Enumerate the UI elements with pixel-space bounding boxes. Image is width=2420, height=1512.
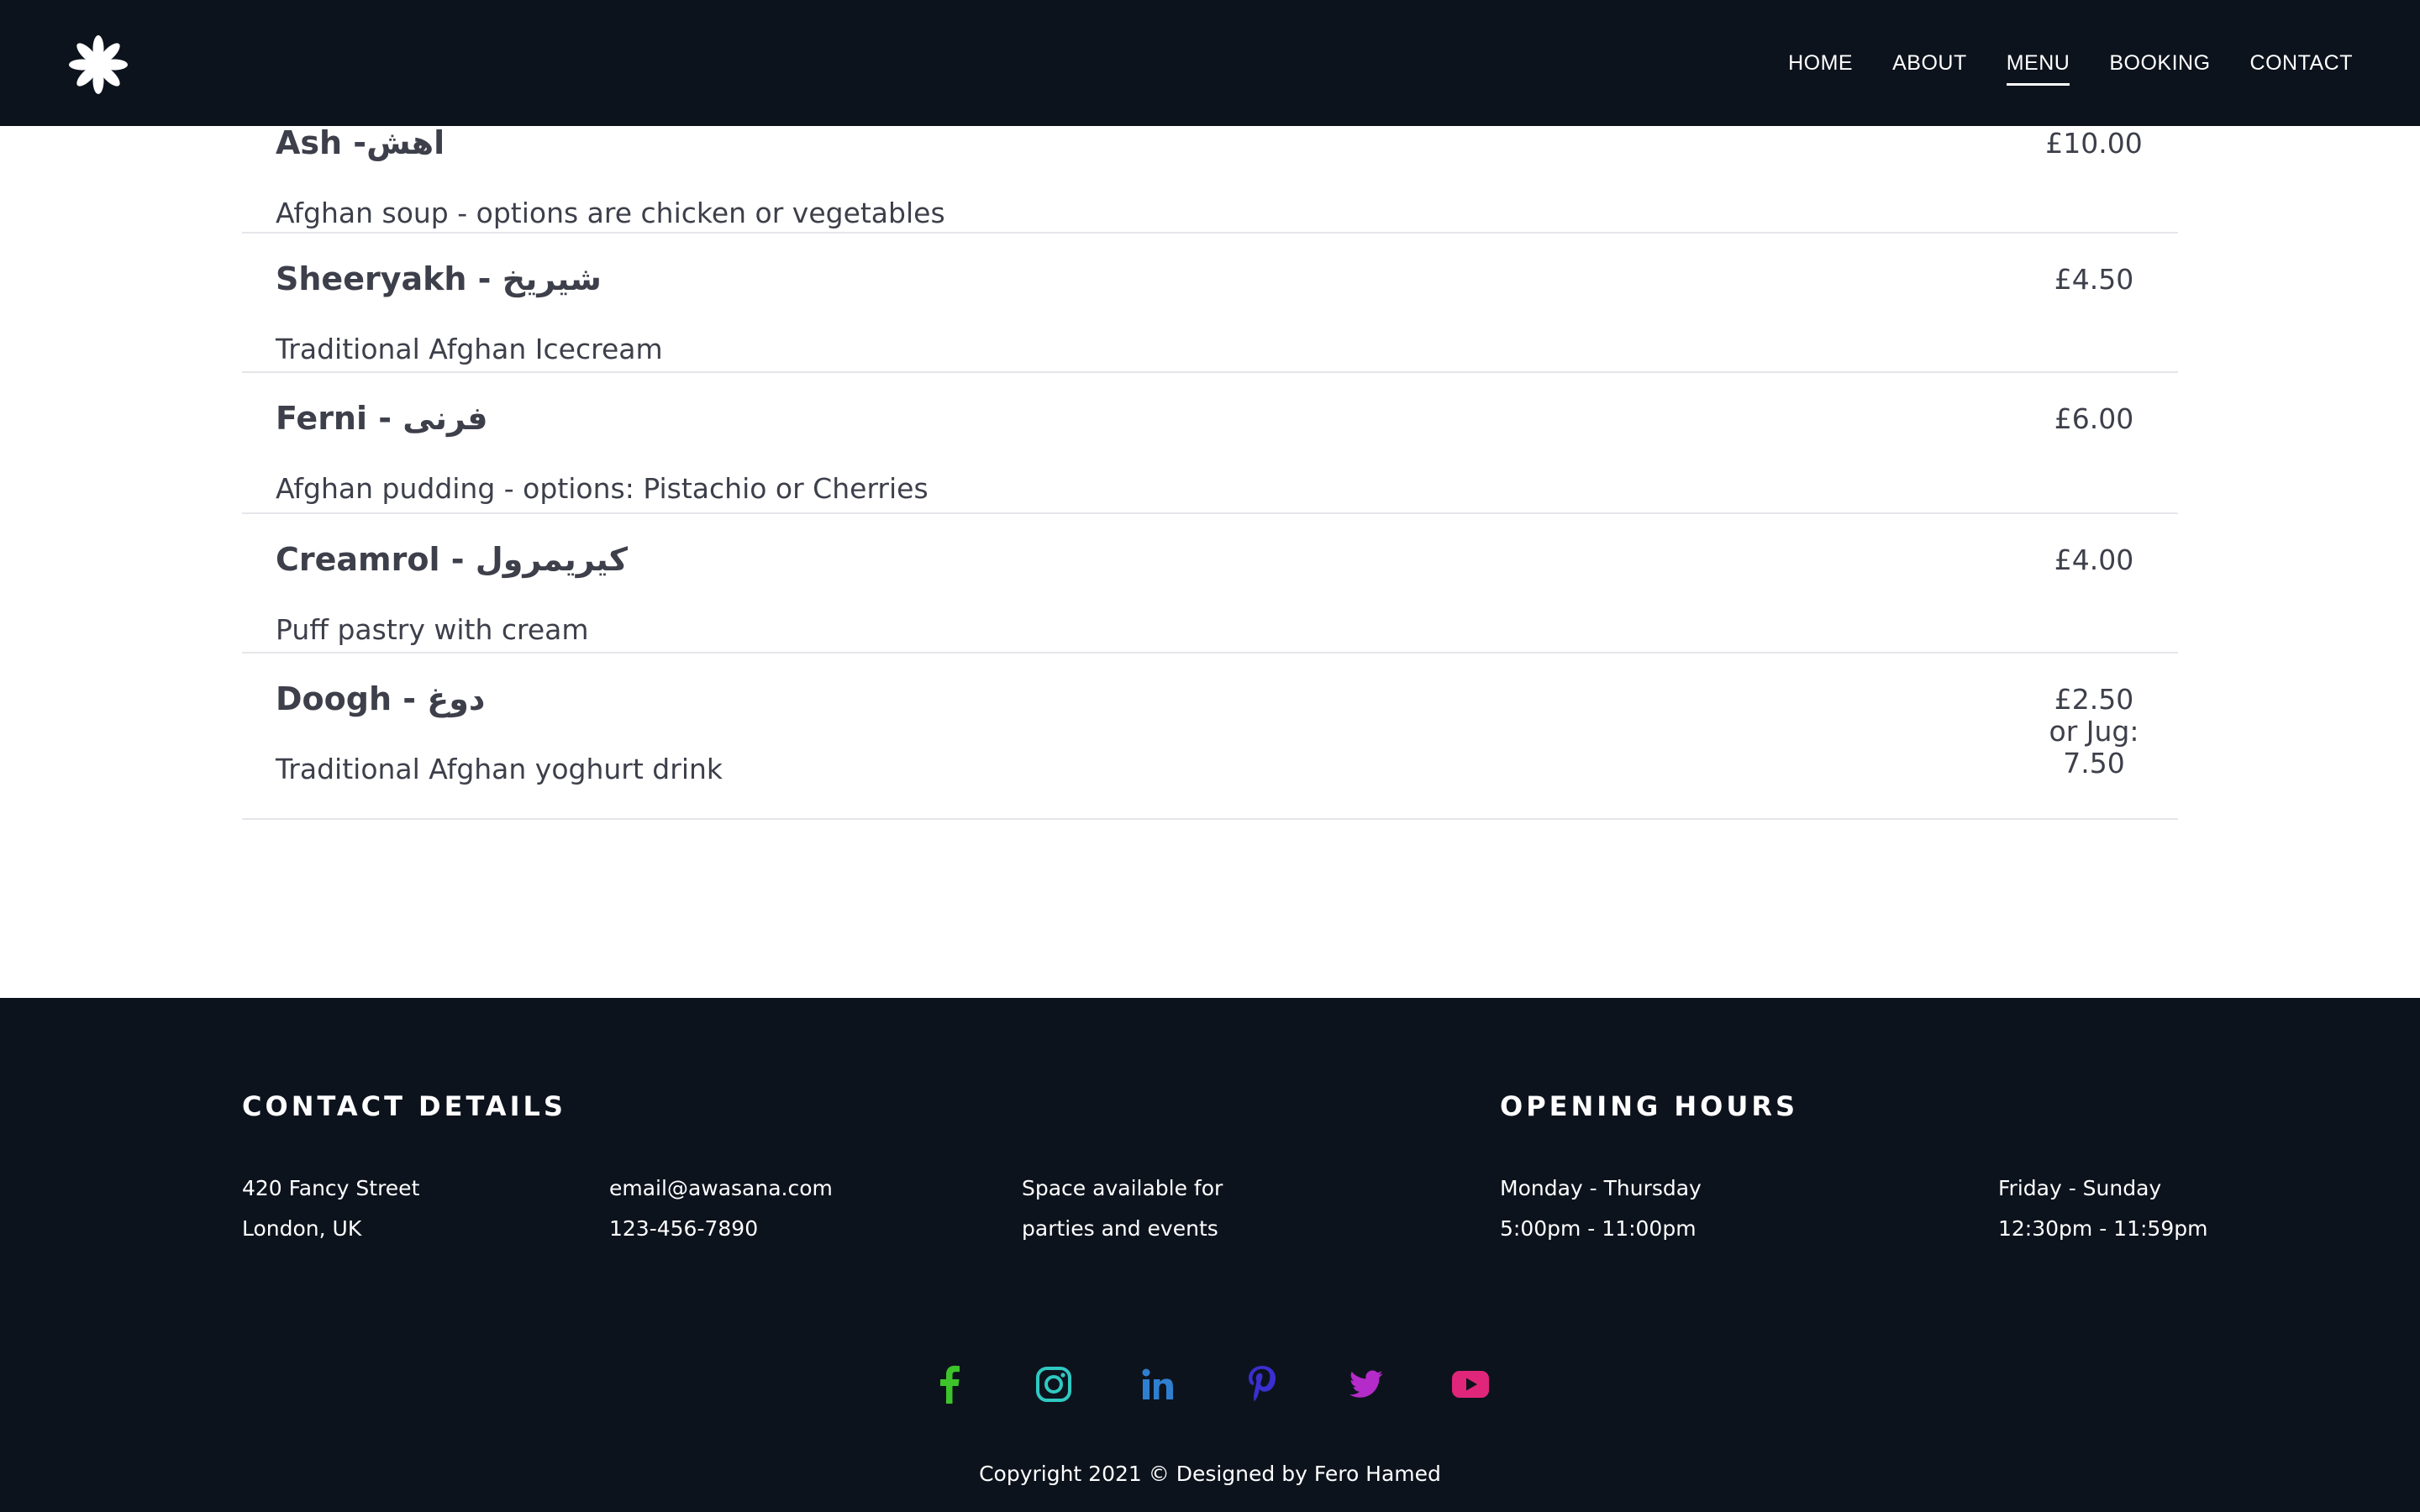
youtube-icon[interactable] — [1445, 1359, 1496, 1410]
social-links — [0, 1359, 2420, 1410]
address-line-2: London, UK — [242, 1216, 362, 1241]
weekday-hours: 5:00pm - 11:00pm — [1500, 1216, 1697, 1241]
menu-item-description: Traditional Afghan Icecream — [276, 333, 663, 365]
main-nav: HOME ABOUT MENU BOOKING CONTACT — [1749, 0, 2353, 126]
pinterest-icon[interactable] — [1237, 1359, 1287, 1410]
nav-menu-link[interactable]: MENU — [2006, 51, 2070, 86]
menu-item-creamrol: Creamrol - کیریمرول Puff pastry with cre… — [242, 514, 2178, 654]
twitter-icon[interactable] — [1341, 1359, 1392, 1410]
nav-booking-link[interactable]: BOOKING — [2109, 51, 2210, 76]
menu-item-name: Ash -اهش — [276, 124, 445, 161]
menu-item-description: Traditional Afghan yoghurt drink — [276, 753, 723, 785]
menu-item-name: Sheeryakh - شیریخ — [276, 260, 602, 297]
menu-item-description: Afghan pudding - options: Pistachio or C… — [276, 472, 929, 505]
menu-item-description: Puff pastry with cream — [276, 613, 589, 646]
weekday-label: Monday - Thursday — [1500, 1176, 1702, 1200]
nav-home-link[interactable]: HOME — [1788, 51, 1853, 76]
weekend-label: Friday - Sunday — [1998, 1176, 2162, 1200]
menu-item-price: £4.00 — [2054, 543, 2134, 576]
menu-item-price: £10.00 — [2045, 127, 2143, 160]
menu-list: Ash -اهش Afghan soup - options are chick… — [242, 124, 2178, 820]
linkedin-icon[interactable] — [1133, 1359, 1183, 1410]
facebook-icon[interactable] — [924, 1359, 975, 1410]
menu-item-name: Doogh - دوغ — [276, 680, 486, 717]
address-line-1: 420 Fancy Street — [242, 1176, 420, 1200]
opening-hours-heading: OPENING HOURS — [1500, 1090, 1799, 1122]
contact-details-heading: CONTACT DETAILS — [242, 1090, 566, 1122]
menu-item-doogh: Doogh - دوغ Traditional Afghan yoghurt d… — [242, 654, 2178, 820]
email-link[interactable]: email@awasana.com — [609, 1176, 833, 1200]
logo-asterisk-icon[interactable] — [67, 34, 129, 96]
menu-item-name: Creamrol - کیریمرول — [276, 541, 628, 578]
nav-about-link[interactable]: ABOUT — [1892, 51, 1967, 76]
menu-item-description: Afghan soup - options are chicken or veg… — [276, 197, 945, 229]
menu-item-price: £2.50 or Jug: 7.50 — [2049, 683, 2139, 780]
menu-item-price: £6.00 — [2054, 402, 2134, 435]
instagram-icon[interactable] — [1028, 1359, 1079, 1410]
menu-item-ash: Ash -اهش Afghan soup - options are chick… — [242, 124, 2178, 234]
events-line-2: parties and events — [1022, 1216, 1218, 1241]
nav-contact-link[interactable]: CONTACT — [2250, 51, 2353, 76]
menu-item-price: £4.50 — [2054, 263, 2134, 296]
events-line-1: Space available for — [1022, 1176, 1223, 1200]
menu-item-sheeryakh: Sheeryakh - شیریخ Traditional Afghan Ice… — [242, 234, 2178, 373]
site-footer: CONTACT DETAILS 420 Fancy Street London,… — [0, 998, 2420, 1512]
copyright-text: Copyright 2021 © Designed by Fero Hamed — [979, 1462, 1441, 1486]
menu-item-name: Ferni - فرنی — [276, 400, 488, 437]
phone-link[interactable]: 123-456-7890 — [609, 1216, 758, 1241]
weekend-hours: 12:30pm - 11:59pm — [1998, 1216, 2208, 1241]
menu-item-ferni: Ferni - فرنی Afghan pudding - options: P… — [242, 373, 2178, 514]
site-header: HOME ABOUT MENU BOOKING CONTACT — [0, 0, 2420, 126]
